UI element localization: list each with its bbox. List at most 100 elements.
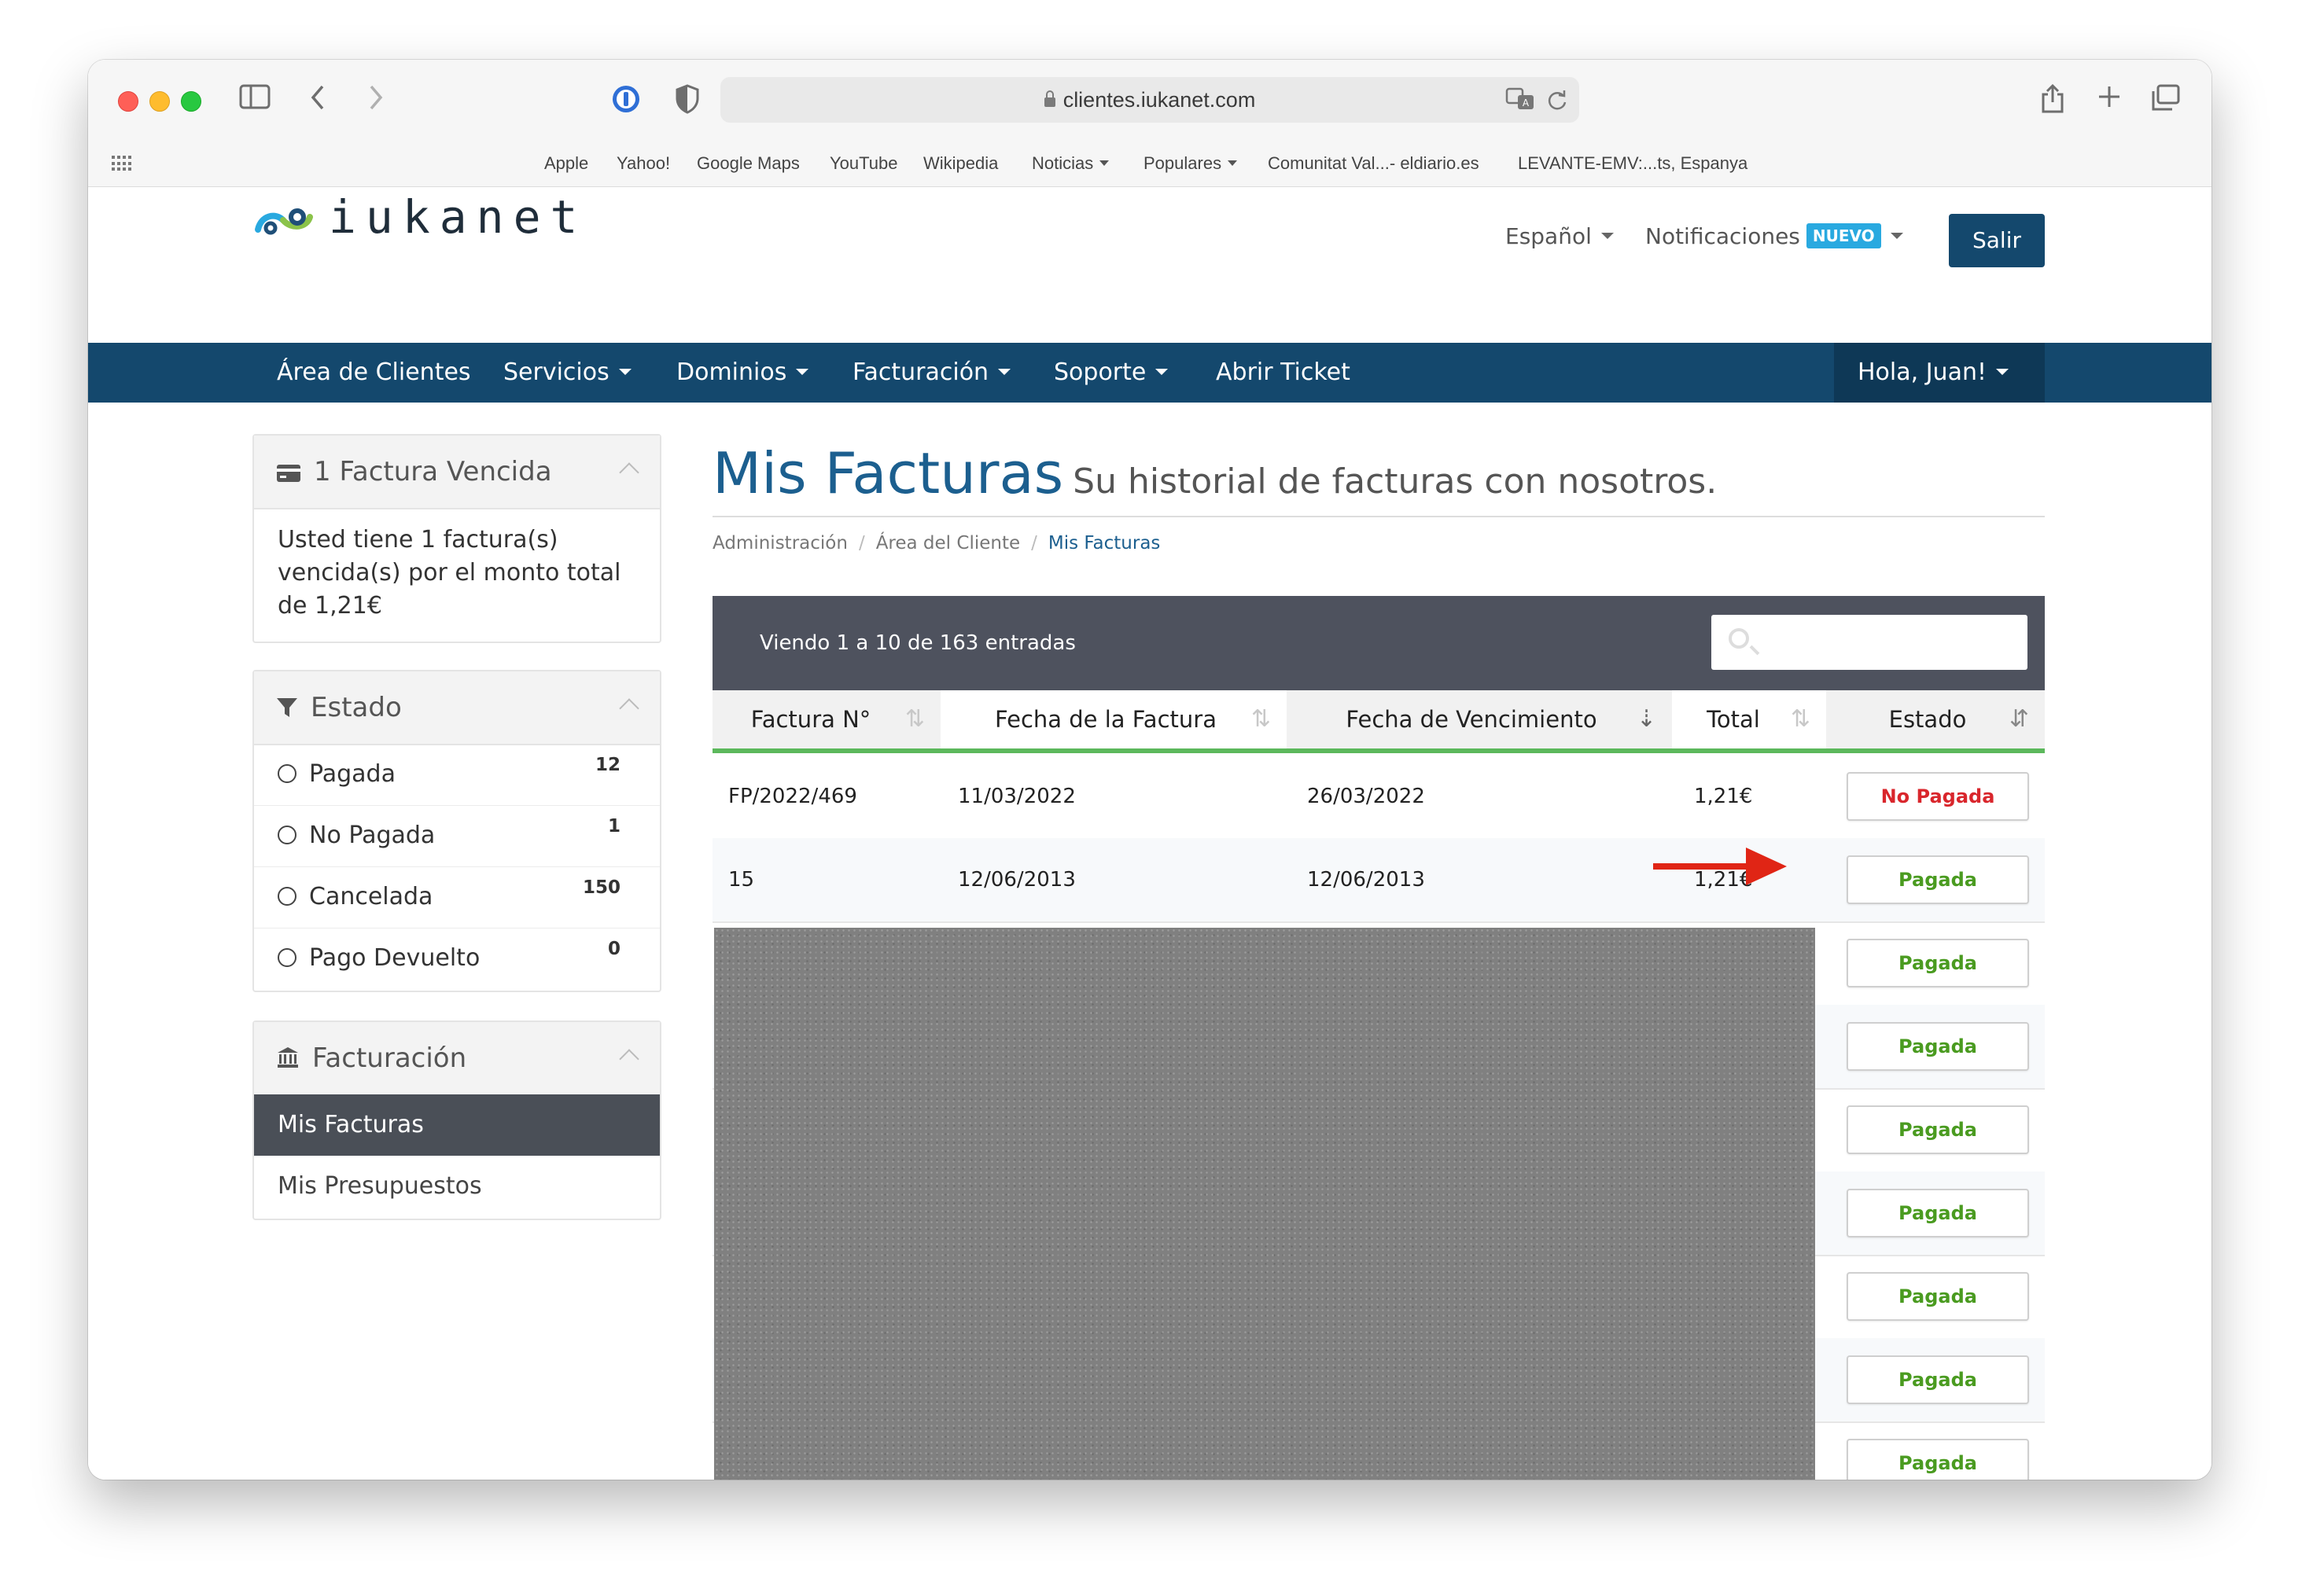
status-badge-paid[interactable]: Pagada — [1847, 1189, 2029, 1237]
favorite-link[interactable]: Apple — [544, 141, 588, 186]
favorite-folder[interactable]: Noticias — [1032, 141, 1110, 186]
new-tab-icon[interactable] — [2094, 83, 2125, 118]
status-badge-paid[interactable]: Pagada — [1847, 939, 2029, 987]
share-icon[interactable] — [2037, 83, 2068, 118]
column-header-date[interactable]: Fecha de la Factura ⇅ — [941, 690, 1287, 753]
nav-item-open-ticket[interactable]: Abrir Ticket — [1216, 343, 1350, 403]
radio-button[interactable] — [278, 764, 296, 783]
favorite-link[interactable]: Wikipedia — [923, 141, 998, 186]
status-option-refunded[interactable]: Pago Devuelto 0 — [254, 928, 660, 989]
status-option-cancelled[interactable]: Cancelada 150 — [254, 866, 660, 929]
chevron-up-icon[interactable] — [619, 1049, 639, 1069]
table-header: Factura N° ⇅ Fecha de la Factura ⇅ Fecha d… — [713, 690, 2045, 753]
favorite-link[interactable]: Yahoo! — [617, 141, 670, 186]
favorite-link[interactable]: Google Maps — [697, 141, 800, 186]
column-label: Fecha de Vencimiento — [1346, 706, 1597, 733]
invoice-date: 12/06/2013 — [958, 868, 1076, 892]
status-badge-paid[interactable]: Pagada — [1847, 1022, 2029, 1071]
status-option-paid[interactable]: Pagada 12 — [254, 744, 660, 806]
chevron-down-icon — [796, 368, 809, 375]
iukanet-logo-icon[interactable] — [252, 203, 318, 245]
nav-item-client-area[interactable]: Área de Clientes — [277, 343, 471, 403]
user-menu[interactable]: Hola, Juan! — [1834, 343, 2045, 403]
favorite-link[interactable]: YouTube — [830, 141, 897, 186]
svg-text:A: A — [1523, 97, 1530, 108]
reload-icon[interactable] — [1546, 88, 1568, 115]
breadcrumb-item[interactable]: Administración — [713, 533, 848, 553]
radio-button[interactable] — [278, 826, 296, 844]
page-title: Mis Facturas Su historial de facturas con… — [713, 440, 1717, 506]
status-badge-unpaid[interactable]: No Pagada — [1847, 772, 2029, 821]
breadcrumb-item[interactable]: Área del Cliente — [876, 533, 1020, 553]
radio-button[interactable] — [278, 887, 296, 906]
status-badge-paid[interactable]: Pagada — [1847, 1272, 2029, 1321]
nav-item-billing[interactable]: Facturación — [853, 343, 1011, 403]
tab-overview-icon[interactable] — [2149, 83, 2183, 118]
option-label: No Pagada — [309, 822, 436, 849]
status-filter-panel: Estado Pagada 12 No Pagada 1 Cancelada 1… — [252, 670, 661, 992]
invoice-due-date: 12/06/2013 — [1307, 868, 1425, 892]
status-badge-paid[interactable]: Pagada — [1847, 1355, 2029, 1404]
sort-icon: ⇅ — [1790, 705, 1810, 733]
notifications-menu[interactable]: Notificaciones NUEVO — [1645, 223, 1903, 250]
credit-card-icon — [276, 464, 301, 486]
column-header-total[interactable]: Total ⇅ — [1672, 690, 1826, 753]
apps-grid-icon[interactable] — [112, 156, 132, 171]
search-icon — [1729, 628, 1749, 649]
sidebar-toggle-icon[interactable] — [238, 83, 272, 118]
sidebar-item-my-invoices[interactable]: Mis Facturas — [254, 1094, 660, 1156]
translate-icon[interactable]: A — [1505, 86, 1535, 115]
column-label: Total — [1707, 706, 1760, 733]
panel-header[interactable]: Estado — [254, 671, 660, 745]
option-count: 150 — [582, 877, 621, 898]
minimize-window-button[interactable] — [149, 91, 170, 112]
language-label: Español — [1505, 223, 1592, 249]
chevron-down-icon — [998, 368, 1011, 375]
nav-item-services[interactable]: Servicios — [503, 343, 632, 403]
password-manager-icon[interactable] — [609, 83, 643, 118]
invoice-total: 1,21€ — [1694, 785, 1753, 808]
forward-icon[interactable] — [360, 83, 392, 118]
logo-text[interactable]: iukanet — [329, 190, 587, 244]
sidebar-item-my-quotes[interactable]: Mis Presupuestos — [254, 1156, 660, 1217]
main-navbar: Área de Clientes Servicios Dominios Fact… — [88, 343, 2211, 403]
sidebar-item-label: Mis Facturas — [278, 1111, 424, 1138]
table-row[interactable]: 15 12/06/2013 12/06/2013 1,21€ Pagada — [713, 838, 2045, 923]
favorite-link[interactable]: Comunitat Val...- eldiario.es — [1268, 141, 1479, 186]
language-selector[interactable]: Español — [1505, 223, 1614, 249]
favorite-folder[interactable]: Populares — [1143, 141, 1238, 186]
breadcrumb-current: Mis Facturas — [1048, 533, 1161, 553]
address-bar[interactable]: clientes.iukanet.com A — [720, 77, 1579, 123]
zoom-window-button[interactable] — [181, 91, 201, 112]
table-row[interactable]: FP/2022/469 11/03/2022 26/03/2022 1,21€ … — [713, 755, 2045, 840]
panel-header[interactable]: 1 Factura Vencida — [254, 436, 660, 509]
close-window-button[interactable] — [118, 91, 138, 112]
privacy-shield-icon[interactable] — [670, 83, 705, 118]
status-option-unpaid[interactable]: No Pagada 1 — [254, 805, 660, 867]
column-header-due-date[interactable]: Fecha de Vencimiento ⇣ — [1287, 690, 1672, 753]
sort-icon: ⇅ — [1250, 705, 1271, 733]
sidebar-item-label: Mis Presupuestos — [278, 1172, 482, 1200]
panel-header[interactable]: Facturación — [254, 1022, 660, 1096]
nav-item-support[interactable]: Soporte — [1054, 343, 1169, 403]
nav-label: Área de Clientes — [277, 359, 471, 386]
radio-button[interactable] — [278, 948, 296, 967]
chevron-up-icon[interactable] — [619, 462, 639, 483]
logout-button[interactable]: Salir — [1949, 214, 2045, 267]
status-badge-paid[interactable]: Pagada — [1847, 855, 2029, 904]
table-search[interactable] — [1711, 615, 2027, 671]
chevron-down-icon — [1996, 368, 2009, 375]
search-input[interactable] — [1774, 615, 2013, 671]
invoice-due-date: 26/03/2022 — [1307, 785, 1425, 808]
favorite-link[interactable]: LEVANTE-EMV:...ts, Espanya — [1518, 141, 1747, 186]
status-badge-paid[interactable]: Pagada — [1847, 1439, 2029, 1480]
overdue-message: Usted tiene 1 factura(s) vencida(s) por … — [278, 526, 621, 620]
option-label: Pago Devuelto — [309, 944, 481, 972]
column-header-status[interactable]: Estado ⇵ — [1826, 690, 2045, 753]
column-header-invoice[interactable]: Factura N° ⇅ — [713, 690, 941, 753]
status-badge-paid[interactable]: Pagada — [1847, 1105, 2029, 1154]
nav-item-domains[interactable]: Dominios — [676, 343, 809, 403]
back-icon[interactable] — [302, 83, 333, 118]
option-count: 0 — [607, 939, 621, 959]
chevron-up-icon[interactable] — [619, 698, 639, 719]
